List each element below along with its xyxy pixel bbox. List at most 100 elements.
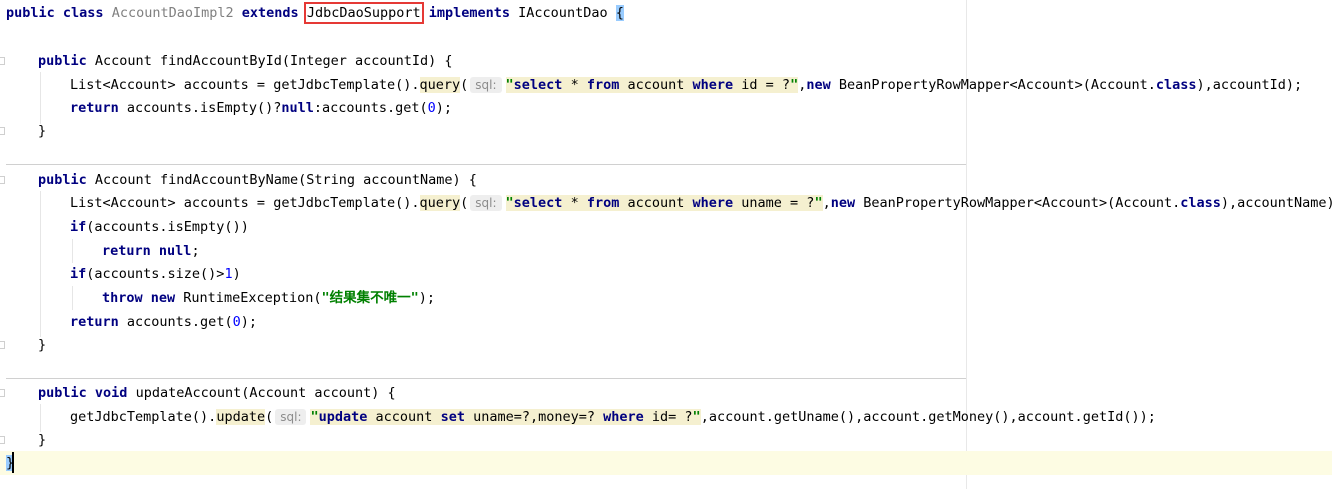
- paren: (: [265, 409, 274, 425]
- code-text: ),accountId);: [1196, 77, 1303, 93]
- code-text: getJdbcTemplate().: [70, 409, 217, 425]
- code-text: accounts.isEmpty()?: [118, 100, 282, 116]
- sql-text: id = ?: [733, 77, 791, 93]
- keyword: null: [281, 100, 314, 116]
- number-literal: 1: [224, 266, 233, 282]
- code-text: BeanPropertyRowMapper<Account>(Account.: [830, 77, 1156, 93]
- fold-marker[interactable]: [0, 57, 5, 65]
- paren: (: [460, 195, 469, 211]
- fold-marker[interactable]: [0, 389, 5, 397]
- quote: ": [310, 409, 319, 425]
- sql-text: uname = ?: [733, 195, 815, 211]
- keyword: public: [6, 5, 55, 21]
- code-line[interactable]: getJdbcTemplate().update(sql: "update acc…: [70, 406, 1156, 428]
- code-text: ): [232, 266, 241, 282]
- sql-text: account: [367, 409, 441, 425]
- keyword: throw: [102, 290, 143, 306]
- code-line[interactable]: return accounts.get(0);: [70, 311, 257, 333]
- superclass-name-highlighted: JdbcDaoSupport: [303, 2, 424, 24]
- code-line-closing-brace[interactable]: }: [38, 120, 46, 142]
- code-line[interactable]: throw new RuntimeException("结果集不唯一");: [102, 287, 435, 309]
- indent-guide: [72, 286, 73, 310]
- code-text: RuntimeException(: [175, 290, 322, 306]
- fold-marker[interactable]: [0, 436, 5, 444]
- indent-guide: [40, 404, 41, 432]
- code-line[interactable]: return null;: [102, 240, 200, 262]
- code-text: );: [435, 100, 453, 116]
- sql-text: *: [562, 195, 587, 211]
- method-signature: updateAccount(Account account) {: [135, 385, 396, 401]
- fold-marker[interactable]: [0, 127, 5, 135]
- keyword: return: [70, 314, 119, 330]
- keyword: new: [806, 77, 831, 93]
- keyword: void: [94, 385, 128, 401]
- class-name: AccountDaoImpl2: [111, 5, 234, 21]
- method-separator: [6, 164, 966, 165]
- code-editor[interactable]: public class AccountDaoImpl2 extends Jdb…: [0, 0, 1332, 489]
- sql-keyword: set: [440, 409, 465, 425]
- parameter-hint: sql:: [470, 77, 502, 93]
- fold-marker[interactable]: [0, 341, 5, 349]
- sql-text: account: [619, 195, 693, 211]
- keyword: if: [70, 266, 87, 282]
- code-line[interactable]: return accounts.isEmpty()?null:accounts.…: [70, 97, 452, 119]
- sql-keyword: from: [586, 195, 620, 211]
- sql-keyword: update: [318, 409, 368, 425]
- code-line[interactable]: List<Account> accounts = getJdbcTemplate…: [70, 192, 1332, 214]
- keyword: class: [62, 5, 104, 21]
- interface-name: IAccountDao: [518, 5, 608, 21]
- keyword: extends: [241, 5, 299, 21]
- code-text: accounts.get(: [118, 314, 233, 330]
- keyword: public: [38, 172, 87, 188]
- quote: ": [790, 77, 799, 93]
- code-line[interactable]: List<Account> accounts = getJdbcTemplate…: [70, 74, 1302, 96]
- editor-gutter[interactable]: [0, 0, 6, 489]
- matched-brace: {: [615, 5, 624, 21]
- number-literal: 0: [427, 100, 436, 116]
- code-line-closing-brace[interactable]: }: [38, 429, 46, 451]
- code-line-method-signature[interactable]: public Account findAccountById(Integer a…: [38, 50, 453, 72]
- code-text: (accounts.size()>: [86, 266, 225, 282]
- sql-keyword: select: [513, 77, 563, 93]
- paren: (: [460, 77, 469, 93]
- code-text: ;: [191, 243, 200, 259]
- parameter-hint: sql:: [275, 409, 307, 425]
- code-line-method-signature[interactable]: public Account findAccountByName(String …: [38, 169, 477, 191]
- keyword: if: [70, 219, 87, 235]
- string-literal: "结果集不唯一": [321, 290, 419, 306]
- keyword: class: [1180, 195, 1221, 211]
- keyword: implements: [428, 5, 511, 21]
- code-text: BeanPropertyRowMapper<Account>(Account.: [855, 195, 1181, 211]
- code-line[interactable]: if(accounts.isEmpty()): [70, 216, 249, 238]
- indent-guide: [40, 72, 41, 124]
- sql-keyword: where: [692, 77, 734, 93]
- brace: }: [38, 123, 47, 139]
- code-text: ,account.getUname(),account.getMoney(),a…: [700, 409, 1156, 425]
- code-line-closing-brace[interactable]: }: [38, 334, 46, 356]
- code-line-method-signature[interactable]: public void updateAccount(Account accoun…: [38, 382, 396, 404]
- code-text: );: [418, 290, 436, 306]
- code-text: :accounts.get(: [313, 100, 428, 116]
- keyword: class: [1155, 77, 1197, 93]
- brace: }: [38, 432, 47, 448]
- fold-marker[interactable]: [0, 176, 5, 184]
- text-caret: [12, 452, 14, 473]
- brace: }: [38, 337, 47, 353]
- code-text: (accounts.isEmpty()): [86, 219, 249, 235]
- sql-keyword: where: [692, 195, 734, 211]
- sql-text: uname=?,money=?: [464, 409, 604, 425]
- keyword: public: [38, 385, 87, 401]
- code-text: List<Account> accounts = getJdbcTemplate…: [70, 77, 420, 93]
- method-separator: [6, 378, 966, 379]
- method-call: update: [216, 409, 266, 425]
- quote: ": [505, 77, 514, 93]
- code-line-class-declaration[interactable]: public class AccountDaoImpl2 extends Jdb…: [6, 2, 624, 24]
- number-literal: 0: [232, 314, 241, 330]
- code-text: );: [240, 314, 257, 330]
- sql-string: "update account set uname=?,money=? wher…: [310, 409, 701, 425]
- keyword: new: [150, 290, 176, 306]
- code-line[interactable]: if(accounts.size()>1): [70, 263, 241, 285]
- sql-text: id= ?: [643, 409, 693, 425]
- method-signature: Account findAccountByName(String account…: [94, 172, 477, 188]
- sql-text: account: [619, 77, 693, 93]
